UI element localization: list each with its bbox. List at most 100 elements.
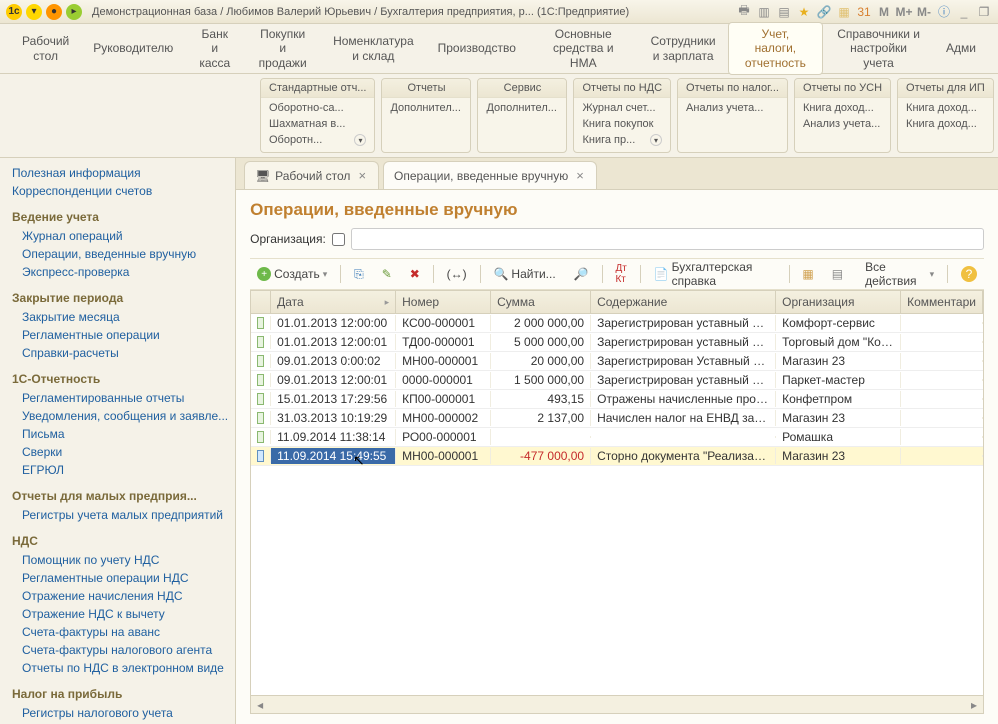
menu-item[interactable]: Номенклатураи склад (321, 30, 426, 67)
ribbon-link[interactable]: Оборотно-са... (269, 100, 366, 116)
col-desc[interactable]: Содержание (591, 291, 776, 313)
sidebar-sublink[interactable]: Сверки (12, 443, 235, 461)
scroll-left[interactable]: ◂ (251, 697, 269, 713)
sidebar-sublink[interactable]: ЕГРЮЛ (12, 461, 235, 479)
sidebar-link[interactable]: Корреспонденции счетов (12, 182, 235, 200)
menu-item[interactable]: Покупки ипродажи (244, 23, 321, 74)
close-icon[interactable]: × (574, 168, 586, 183)
m-plus-button[interactable]: M+ (895, 3, 913, 21)
menu-item[interactable]: Справочники инастройки учета (823, 23, 934, 74)
link-icon[interactable]: 🔗 (815, 3, 833, 21)
sidebar-sublink[interactable]: Регистры учета малых предприятий (12, 506, 235, 524)
calendar-icon[interactable]: 31 (855, 3, 873, 21)
copy-button[interactable]: ⎘ (347, 263, 371, 285)
ribbon-link[interactable]: Книга доход... (803, 100, 882, 116)
sidebar-sublink[interactable]: Помощник по учету НДС (12, 551, 235, 569)
sidebar-sublink[interactable]: Регламентные операции (12, 326, 235, 344)
ribbon-link[interactable]: Книга доход... (906, 100, 985, 116)
tab[interactable]: Операции, введенные вручную× (383, 161, 597, 189)
tools-icon[interactable]: ▤ (775, 3, 793, 21)
m-button[interactable]: M (875, 3, 893, 21)
menu-item[interactable]: Руководителю (81, 37, 185, 59)
report-button[interactable]: ▤ (825, 263, 850, 285)
m-minus-button[interactable]: M- (915, 3, 933, 21)
note-icon[interactable]: ▦ (835, 3, 853, 21)
find-button[interactable]: 🔍 Найти... (486, 263, 562, 285)
sidebar-sublink[interactable]: Отражение начисления НДС (12, 587, 235, 605)
sidebar-sublink[interactable]: Регламентные операции НДС (12, 569, 235, 587)
ribbon-link[interactable]: Шахматная в... (269, 116, 366, 132)
ribbon-link[interactable]: Книга доход... (906, 116, 985, 132)
sidebar-sublink[interactable]: Счета-фактуры на аванс (12, 623, 235, 641)
h-scrollbar[interactable]: ◂ ▸ (251, 695, 983, 713)
window-button[interactable]: ● (46, 4, 62, 20)
col-date[interactable]: Дата▸ (271, 291, 396, 313)
org-checkbox[interactable] (332, 233, 345, 246)
ribbon-link[interactable]: Анализ учета... (686, 100, 779, 116)
table-row[interactable]: 09.01.2013 0:00:02МН00-00000120 000,00За… (251, 352, 983, 371)
create-button[interactable]: + Создать ▾ (250, 263, 334, 285)
ribbon-link[interactable]: Дополнител... (486, 100, 558, 116)
table-row[interactable]: 11.09.2014 15:49:55МН00-000001-477 000,0… (251, 447, 983, 466)
menu-item[interactable]: Рабочийстол (10, 30, 81, 67)
col-icon[interactable] (251, 291, 271, 313)
star-icon[interactable]: ★ (795, 3, 813, 21)
table-row[interactable]: 11.09.2014 11:38:14РО00-000001Ромашка (251, 428, 983, 447)
ribbon-link[interactable]: Дополнител... (390, 100, 462, 116)
col-sum[interactable]: Сумма (491, 291, 591, 313)
col-number[interactable]: Номер (396, 291, 491, 313)
org-input[interactable] (351, 228, 984, 250)
sidebar-sublink[interactable]: Журнал операций (12, 227, 235, 245)
menu-item[interactable]: Основныесредства и НМА (528, 23, 639, 74)
ribbon-link[interactable]: Оборотн...▾ (269, 132, 366, 148)
menu-item[interactable]: Производство (426, 37, 528, 59)
sidebar-sublink[interactable]: Отчеты по НДС в электронном виде (12, 659, 235, 677)
window-button[interactable]: ▸ (66, 4, 82, 20)
list-button[interactable]: ▦ (795, 263, 820, 285)
delete-button[interactable]: ✖ (403, 263, 427, 285)
chevron-down-icon[interactable]: ▾ (650, 134, 662, 146)
edit-button[interactable]: ✎ (375, 263, 399, 285)
menu-item[interactable]: Учет, налоги,отчетность (728, 22, 823, 75)
all-actions-button[interactable]: Все действия ▾ (858, 263, 941, 285)
scroll-right[interactable]: ▸ (965, 697, 983, 713)
menu-item[interactable]: Банк икасса (185, 23, 244, 74)
reference-button[interactable]: 📄 Бухгалтерская справка (647, 263, 783, 285)
doc-icon[interactable]: ▥ (755, 3, 773, 21)
menu-item[interactable]: Адми (934, 37, 988, 59)
table-row[interactable]: 15.01.2013 17:29:56КП00-000001493,15Отра… (251, 390, 983, 409)
menu-item[interactable]: Сотрудникии зарплата (639, 30, 728, 67)
table-row[interactable]: 31.03.2013 10:19:29МН00-0000022 137,00На… (251, 409, 983, 428)
refresh-button[interactable]: (↔) (440, 263, 474, 285)
maximize-icon[interactable]: ❐ (975, 3, 993, 21)
tab[interactable]: 🖥Рабочий стол× (244, 161, 379, 189)
ribbon-link[interactable]: Книга покупок (582, 116, 662, 132)
ribbon-link[interactable]: Журнал счет... (582, 100, 662, 116)
close-icon[interactable]: × (356, 168, 368, 183)
col-org[interactable]: Организация (776, 291, 901, 313)
sidebar-sublink[interactable]: Регламентированные отчеты (12, 389, 235, 407)
sidebar-sublink[interactable]: Отражение НДС к вычету (12, 605, 235, 623)
minimize-icon[interactable]: _ (955, 3, 973, 21)
table-row[interactable]: 09.01.2013 12:00:010000-0000011 500 000,… (251, 371, 983, 390)
dt-kt-button[interactable]: ДтКт (608, 263, 633, 285)
sidebar-sublink[interactable]: Справки-расчеты (12, 344, 235, 362)
col-comment[interactable]: Комментари (901, 291, 983, 313)
sidebar-sublink[interactable]: Счета-фактуры налогового агента (12, 641, 235, 659)
sidebar-sublink[interactable]: Операции, введенные вручную (12, 245, 235, 263)
info-icon[interactable]: ⓘ (935, 3, 953, 21)
grid-body[interactable]: 01.01.2013 12:00:00КС00-0000012 000 000,… (251, 314, 983, 695)
sidebar-sublink[interactable]: Экспресс-проверка (12, 263, 235, 281)
help-button[interactable]: ? (954, 263, 984, 285)
table-row[interactable]: 01.01.2013 12:00:01ТД00-0000015 000 000,… (251, 333, 983, 352)
print-icon[interactable]: 🖶 (735, 3, 753, 21)
sidebar-sublink[interactable]: Регистры налогового учета (12, 704, 235, 722)
chevron-down-icon[interactable]: ▾ (354, 134, 366, 146)
ribbon-link[interactable]: Анализ учета... (803, 116, 882, 132)
sidebar-sublink[interactable]: Письма (12, 425, 235, 443)
table-row[interactable]: 01.01.2013 12:00:00КС00-0000012 000 000,… (251, 314, 983, 333)
clear-find-button[interactable]: 🔎 (567, 263, 596, 285)
window-button[interactable]: ▾ (26, 4, 42, 20)
sidebar-link[interactable]: Полезная информация (12, 164, 235, 182)
sidebar-sublink[interactable]: Закрытие месяца (12, 308, 235, 326)
